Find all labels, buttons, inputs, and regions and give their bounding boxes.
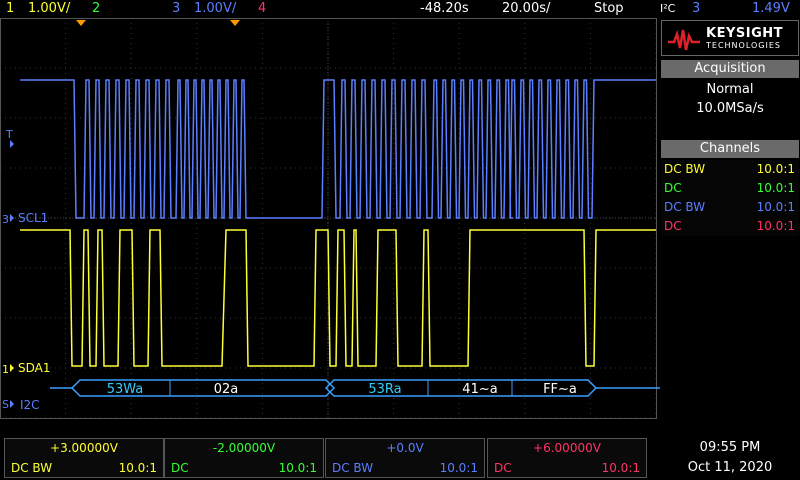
ch3-offset: +0.0V (386, 441, 424, 455)
clock-time: 09:55 PM (699, 440, 761, 455)
channel-row-4[interactable]: DC 10.0:1 (661, 217, 799, 236)
bus-label: I2C (20, 398, 40, 412)
waveform-display[interactable]: 53Wa 02a 53Ra 41~a FF~a 3 SCL1 1 SDA1 S … (0, 18, 660, 438)
channel-row-2[interactable]: DC 10.0:1 (661, 179, 799, 198)
trigger-source[interactable]: I²C (660, 2, 675, 15)
ch1-offset: +3.00000V (50, 441, 118, 455)
ch2-coupling: DC (171, 461, 189, 475)
run-state[interactable]: Stop (594, 1, 624, 16)
keysight-logo: KEYSIGHT TECHNOLOGIES (661, 20, 799, 56)
ch4-coupling: DC (494, 461, 512, 475)
decode-packet-3[interactable]: 53Ra (368, 382, 401, 397)
ch4-offset: +6.00000V (533, 441, 601, 455)
channel-1-probe: 10.0:1 (756, 162, 795, 176)
sample-rate: 10.0MSa/s (696, 101, 764, 116)
ch1-number[interactable]: 1 (6, 1, 14, 16)
ch3-scale[interactable]: 1.00V/ (194, 1, 236, 16)
clock-date: Oct 11, 2020 (687, 460, 773, 475)
ch2-probe: 10.0:1 (278, 461, 317, 475)
decode-packet-5[interactable]: FF~a (543, 382, 577, 397)
acquisition-mode: Normal (706, 82, 754, 97)
decode-packet-2[interactable]: 02a (214, 382, 239, 397)
keysight-wave-icon (668, 29, 700, 51)
trigger-level-marker[interactable]: T (5, 128, 13, 141)
ch3-probe: 10.0:1 (439, 461, 478, 475)
channel-row-3[interactable]: DC BW 10.0:1 (661, 198, 799, 217)
channel-3-coupling: DC BW (664, 200, 706, 214)
channel-2-probe: 10.0:1 (756, 181, 795, 195)
ch1-softkey[interactable]: +3.00000V DC BW 10.0:1 (4, 438, 164, 478)
ch3-softkey[interactable]: +0.0V DC BW 10.0:1 (325, 438, 485, 478)
channel-4-probe: 10.0:1 (756, 219, 795, 233)
trigger-channel[interactable]: 3 (692, 1, 700, 16)
sda-ground-marker[interactable]: 1 (2, 363, 9, 376)
ch1-scale[interactable]: 1.00V/ (28, 1, 70, 16)
ch3-number[interactable]: 3 (172, 1, 180, 16)
ch1-coupling: DC BW (11, 461, 53, 475)
time-offset[interactable]: -48.20s (420, 1, 469, 16)
ch1-probe: 10.0:1 (118, 461, 157, 475)
time-scale[interactable]: 20.00s/ (502, 1, 550, 16)
decode-packet-1[interactable]: 53Wa (107, 382, 144, 397)
decode-packet-4[interactable]: 41~a (462, 382, 497, 397)
ch4-probe: 10.0:1 (601, 461, 640, 475)
channel-4-coupling: DC (664, 219, 682, 233)
acquisition-header[interactable]: Acquisition (661, 60, 799, 78)
ch3-coupling: DC BW (332, 461, 374, 475)
bus-marker[interactable]: S (2, 398, 9, 411)
ch2-softkey[interactable]: -2.00000V DC 10.0:1 (164, 438, 324, 478)
scl-label: SCL1 (18, 211, 48, 225)
channel-3-probe: 10.0:1 (756, 200, 795, 214)
sda-label: SDA1 (18, 361, 51, 375)
channel-1-coupling: DC BW (664, 162, 706, 176)
logo-sub: TECHNOLOGIES (706, 41, 781, 50)
channels-header[interactable]: Channels (661, 140, 799, 158)
channel-row-1[interactable]: DC BW 10.0:1 (661, 160, 799, 179)
ch4-softkey[interactable]: +6.00000V DC 10.0:1 (487, 438, 647, 478)
scl-ground-marker[interactable]: 3 (2, 213, 9, 226)
logo-brand: KEYSIGHT (706, 26, 783, 41)
trigger-level[interactable]: 1.49V (752, 1, 790, 16)
ch2-offset: -2.00000V (212, 441, 276, 455)
ch2-number[interactable]: 2 (92, 1, 100, 16)
channel-2-coupling: DC (664, 181, 682, 195)
ch4-number[interactable]: 4 (258, 1, 266, 16)
status-bar: 1 1.00V/ 2 3 1.00V/ 4 -48.20s 20.00s/ St… (0, 0, 800, 18)
